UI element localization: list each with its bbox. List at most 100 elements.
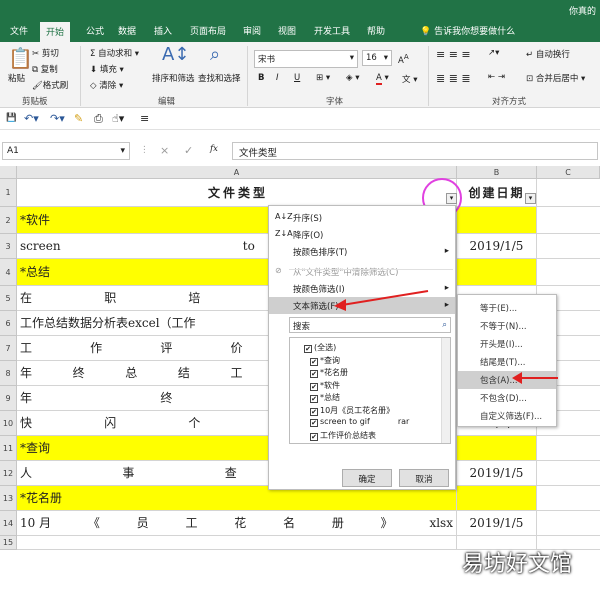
save-icon[interactable]: 💾: [6, 113, 17, 123]
filter-value-item[interactable]: ✔ *查询: [310, 355, 340, 366]
row-header[interactable]: 11: [0, 436, 17, 461]
underline-button[interactable]: U: [294, 73, 300, 83]
touch-mode-icon[interactable]: ☝▾: [112, 112, 124, 125]
filter-value-item[interactable]: ✔ 工作评价总结表: [310, 430, 376, 441]
row-header[interactable]: 9: [0, 386, 17, 411]
cell-a[interactable]: [17, 536, 457, 550]
tab-3[interactable]: 数据: [118, 24, 136, 37]
row-header[interactable]: 5: [0, 286, 17, 311]
cell-c[interactable]: [537, 179, 600, 207]
cut-button[interactable]: ✂ 剪切: [32, 47, 59, 59]
font-name-select[interactable]: 宋书 ▾: [254, 50, 358, 68]
checkbox[interactable]: ✔: [310, 419, 318, 427]
italic-button[interactable]: I: [276, 73, 279, 83]
copy-button[interactable]: ⧉ 复制: [32, 63, 58, 75]
customize-qat-icon[interactable]: ≡: [140, 112, 149, 125]
column-header-a[interactable]: A: [17, 166, 457, 179]
checkbox[interactable]: ✔: [310, 370, 318, 378]
filter-dropdown-b[interactable]: ▾: [525, 193, 536, 204]
cell-c[interactable]: [537, 207, 600, 234]
cell-b[interactable]: 2019/1/5: [457, 461, 537, 486]
filter-menu-item[interactable]: ⊘ 从"文件类型"中清除筛选(C): [269, 263, 455, 280]
enter-formula-button[interactable]: ✓: [184, 144, 193, 157]
checkbox[interactable]: ✔: [310, 407, 318, 416]
checkbox[interactable]: ✔: [310, 395, 318, 403]
border-button[interactable]: ⊞ ▾: [316, 73, 330, 83]
ok-button[interactable]: 确定: [342, 469, 392, 487]
tab-5[interactable]: 页面布局: [190, 24, 226, 37]
align-top-icon[interactable]: ≡ ≡ ≡: [436, 48, 471, 61]
tab-9[interactable]: 帮助: [367, 24, 385, 37]
filter-menu-item[interactable]: A↓Z 升序(S): [269, 209, 455, 226]
row-header[interactable]: 15: [0, 536, 17, 550]
cell-b[interactable]: 2019/1/5: [457, 511, 537, 536]
find-icon[interactable]: ⌕: [210, 44, 220, 65]
indent-icon[interactable]: ⇤ ⇥: [488, 72, 505, 82]
paste-button[interactable]: 粘贴: [8, 72, 25, 84]
cell-a[interactable]: 文件类型: [17, 179, 457, 207]
filter-menu-item[interactable]: 按颜色排序(T) ▸: [269, 243, 455, 260]
cell-b[interactable]: 2019/1/5: [457, 234, 537, 259]
checkbox[interactable]: ✔: [304, 345, 312, 353]
insert-function-button[interactable]: fx: [210, 144, 218, 154]
text-filter-option[interactable]: 不等于(N)...: [458, 317, 556, 335]
column-header-b[interactable]: B: [457, 166, 537, 179]
filter-value-item[interactable]: ✔ (全选): [304, 342, 336, 353]
filter-search-input[interactable]: 搜索 ⌕: [289, 317, 451, 333]
sort-filter-button[interactable]: 排序和筛选: [152, 72, 195, 84]
checkbox[interactable]: ✔: [310, 432, 318, 441]
fill-button[interactable]: ⬇ 填充 ▾: [90, 63, 124, 75]
autosum-button[interactable]: Σ 自动求和 ▾: [90, 47, 139, 59]
row-header[interactable]: 10: [0, 411, 17, 436]
filter-menu-item[interactable]: Z↓A 降序(O): [269, 226, 455, 243]
checkbox[interactable]: ✔: [310, 382, 318, 391]
tab-7[interactable]: 视图: [278, 24, 296, 37]
filter-value-item[interactable]: ✔ *软件: [310, 380, 340, 391]
filter-value-item[interactable]: ✔ 10月《员工花名册》: [310, 405, 394, 416]
column-header-c[interactable]: C: [537, 166, 600, 179]
row-header[interactable]: 13: [0, 486, 17, 511]
cell-b[interactable]: [457, 436, 537, 461]
cell-c[interactable]: [537, 259, 600, 286]
formula-input[interactable]: 文件类型: [232, 142, 598, 160]
cell-c[interactable]: [537, 461, 600, 486]
checkbox[interactable]: ✔: [310, 357, 318, 366]
text-filter-option[interactable]: 开头是(I)...: [458, 335, 556, 353]
undo-icon[interactable]: ↶▾: [24, 112, 39, 125]
row-header[interactable]: 3: [0, 234, 17, 259]
text-filter-option[interactable]: 结尾是(T)...: [458, 353, 556, 371]
cell-a[interactable]: 10 月 《 员 工 花 名 册 》 xlsx: [17, 511, 457, 536]
tab-6[interactable]: 审阅: [243, 24, 261, 37]
row-header[interactable]: 6: [0, 311, 17, 336]
row-header[interactable]: 1: [0, 179, 17, 207]
merge-center-button[interactable]: ⊡ 合并后居中 ▾: [526, 72, 585, 84]
fill-color-button[interactable]: ◈ ▾: [346, 73, 360, 83]
find-select-button[interactable]: 查找和选择: [198, 72, 241, 84]
text-filter-option[interactable]: 等于(E)...: [458, 299, 556, 317]
filter-value-list[interactable]: ✔ (全选) ✔ *查询 ✔ *花名册 ✔ *软件 ✔ *总结 ✔ 10月《员工花名册》 ✔ screen…: [289, 337, 451, 444]
cell-b[interactable]: [457, 207, 537, 234]
cell-c[interactable]: [537, 511, 600, 536]
text-filter-option[interactable]: 不包含(D)...: [458, 389, 556, 407]
list-scrollbar[interactable]: [441, 338, 450, 443]
cell-b[interactable]: [457, 486, 537, 511]
font-grow-button[interactable]: AA: [398, 52, 409, 66]
format-painter-button[interactable]: 🖌格式刷: [32, 79, 68, 91]
tab-4[interactable]: 插入: [154, 24, 172, 37]
bold-button[interactable]: B: [258, 73, 264, 83]
orientation-icon[interactable]: ↗▾: [488, 48, 499, 58]
cancel-button[interactable]: 取消: [399, 469, 449, 487]
select-all-corner[interactable]: [0, 166, 17, 179]
paste-icon[interactable]: 📋: [8, 46, 33, 70]
row-header[interactable]: 12: [0, 461, 17, 486]
row-header[interactable]: 4: [0, 259, 17, 286]
cell-c[interactable]: [537, 436, 600, 461]
filter-value-item[interactable]: ✔ *总结: [310, 392, 340, 403]
cell-c[interactable]: [537, 486, 600, 511]
filter-value-item[interactable]: ✔ screen to gif rar: [310, 417, 409, 427]
clear-button[interactable]: ◇ 清除 ▾: [90, 79, 123, 91]
font-size-select[interactable]: 16 ▾: [362, 50, 392, 66]
row-header[interactable]: 8: [0, 361, 17, 386]
phonetic-button[interactable]: 文 ▾: [402, 73, 417, 85]
tab-2[interactable]: 公式: [86, 24, 104, 37]
